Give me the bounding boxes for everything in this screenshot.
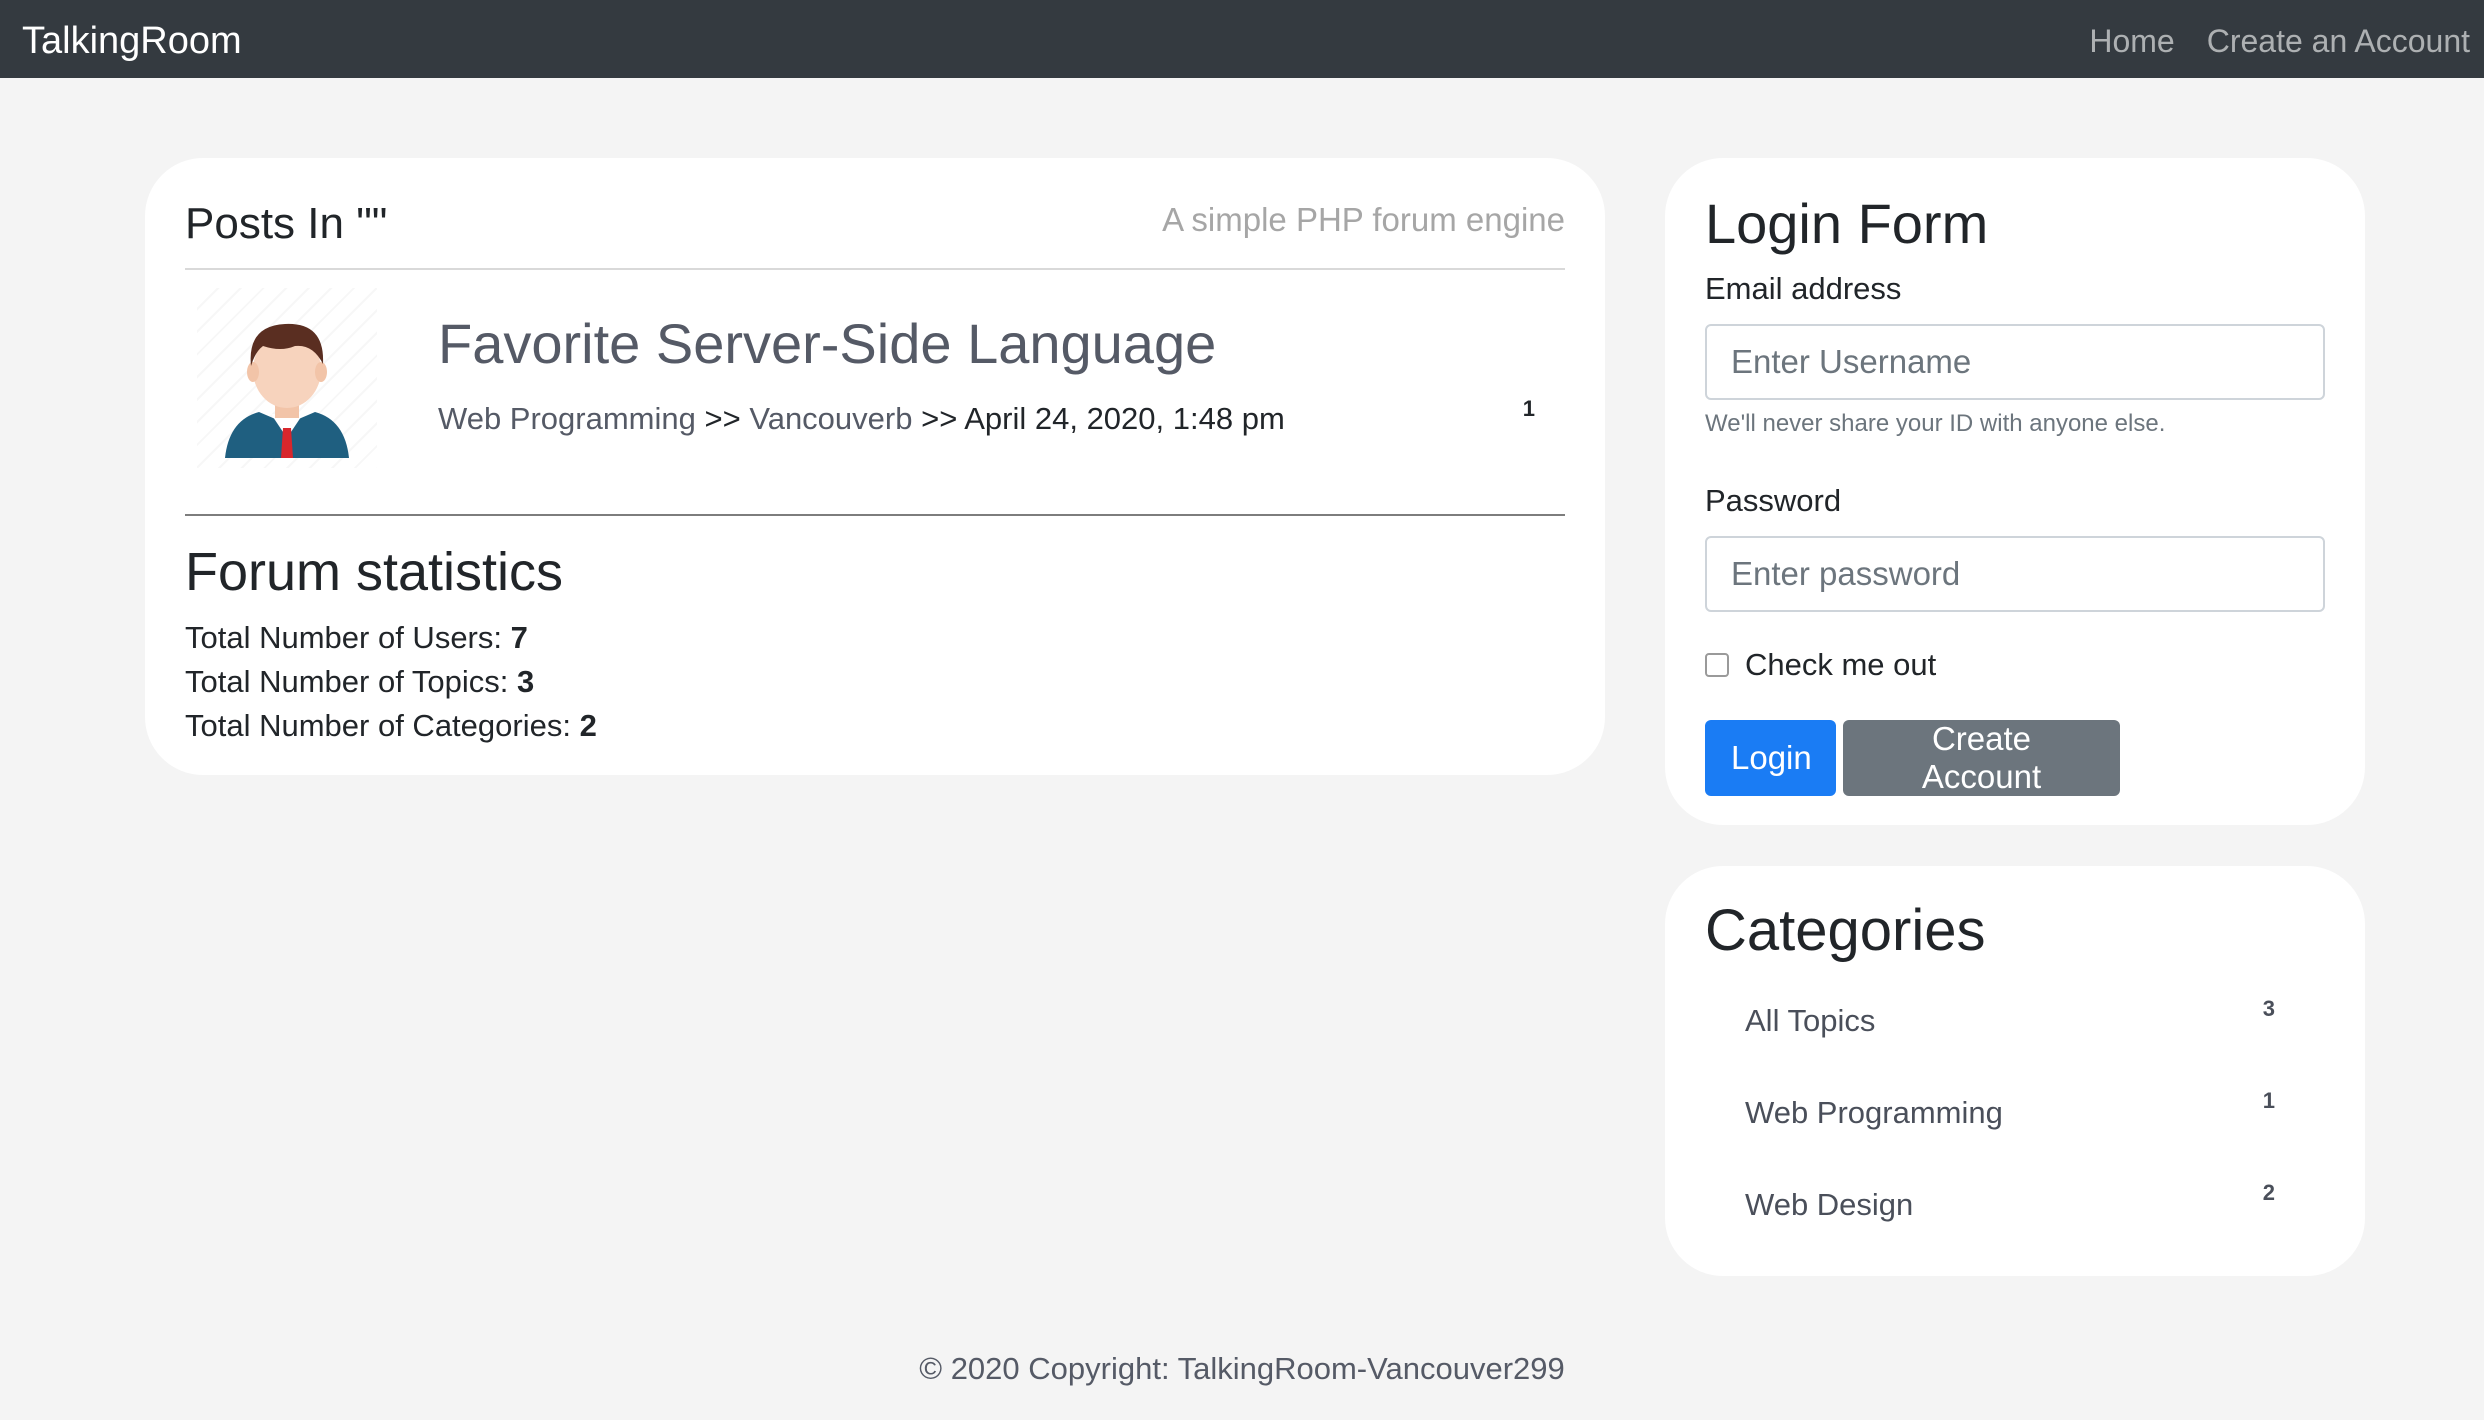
password-input[interactable] [1705,536,2325,612]
email-help-text: We'll never share your ID with anyone el… [1705,410,2166,437]
category-label: All Topics [1745,1003,1876,1038]
posts-card: Posts In "" A simple PHP forum engine Fa… [145,158,1605,775]
stats-title: Forum statistics [185,542,564,602]
topic-category-link[interactable]: Web Programming [438,401,696,436]
category-item-web-design[interactable]: Web Design 2 [1745,1178,2285,1238]
stat-categories: Total Number of Categories: 2 [185,708,597,743]
reply-count-badge: 1 [1522,396,1535,421]
login-button[interactable]: Login [1705,720,1836,796]
stat-users: Total Number of Users: 7 [185,620,528,655]
category-item-web-programming[interactable]: Web Programming 1 [1745,1086,2285,1146]
avatar [197,288,377,468]
username-input[interactable] [1705,324,2325,400]
password-label: Password [1705,483,1842,518]
category-count-badge: 3 [2262,996,2275,1021]
stat-topics: Total Number of Topics: 3 [185,664,535,699]
footer-copyright: © 2020 Copyright: TalkingRoom-Vancouver2… [919,1351,1565,1386]
categories-title: Categories [1705,898,1986,963]
nav-links: Home Create an Account [2089,22,2470,60]
top-navbar: TalkingRoom Home Create an Account [0,0,2484,78]
posts-header: Posts In "" A simple PHP forum engine [185,198,1565,270]
category-item-all-topics[interactable]: All Topics 3 [1745,994,2285,1054]
nav-home-link[interactable]: Home [2089,22,2174,60]
stats-list: Total Number of Users: 7 Total Number of… [185,616,597,748]
stat-topics-value: 3 [516,664,535,699]
email-label: Email address [1705,271,1902,306]
create-account-button[interactable]: Create Account [1843,720,2120,796]
topic-meta: Web Programming >> Vancouverb >> April 2… [438,400,1285,437]
remember-row: Check me out [1705,646,1936,683]
login-title: Login Form [1705,192,1989,255]
topic-date: April 24, 2020, 1:48 pm [964,401,1285,436]
remember-checkbox[interactable] [1705,652,1729,677]
categories-card: Categories All Topics 3 Web Programming … [1665,866,2365,1276]
forum-tagline: A simple PHP forum engine [1162,201,1565,238]
category-count-badge: 1 [2262,1088,2275,1113]
meta-separator: >> [704,401,741,436]
topic-row: Favorite Server-Side Language Web Progra… [185,288,1565,516]
category-label: Web Programming [1745,1095,2003,1130]
stat-users-value: 7 [510,620,528,655]
meta-separator: >> [921,401,958,436]
stat-categories-value: 2 [579,708,597,743]
remember-label[interactable]: Check me out [1745,646,1936,683]
topic-title-link[interactable]: Favorite Server-Side Language [438,310,1216,377]
login-card: Login Form Email address We'll never sha… [1665,158,2365,825]
nav-create-account-link[interactable]: Create an Account [2207,22,2470,60]
brand-logo[interactable]: TalkingRoom [22,22,242,60]
topic-author-link[interactable]: Vancouverb [749,401,912,436]
posts-title: Posts In "" [185,199,388,248]
user-avatar-icon [225,323,349,458]
category-count-badge: 2 [2262,1180,2275,1205]
category-label: Web Design [1745,1187,1914,1222]
